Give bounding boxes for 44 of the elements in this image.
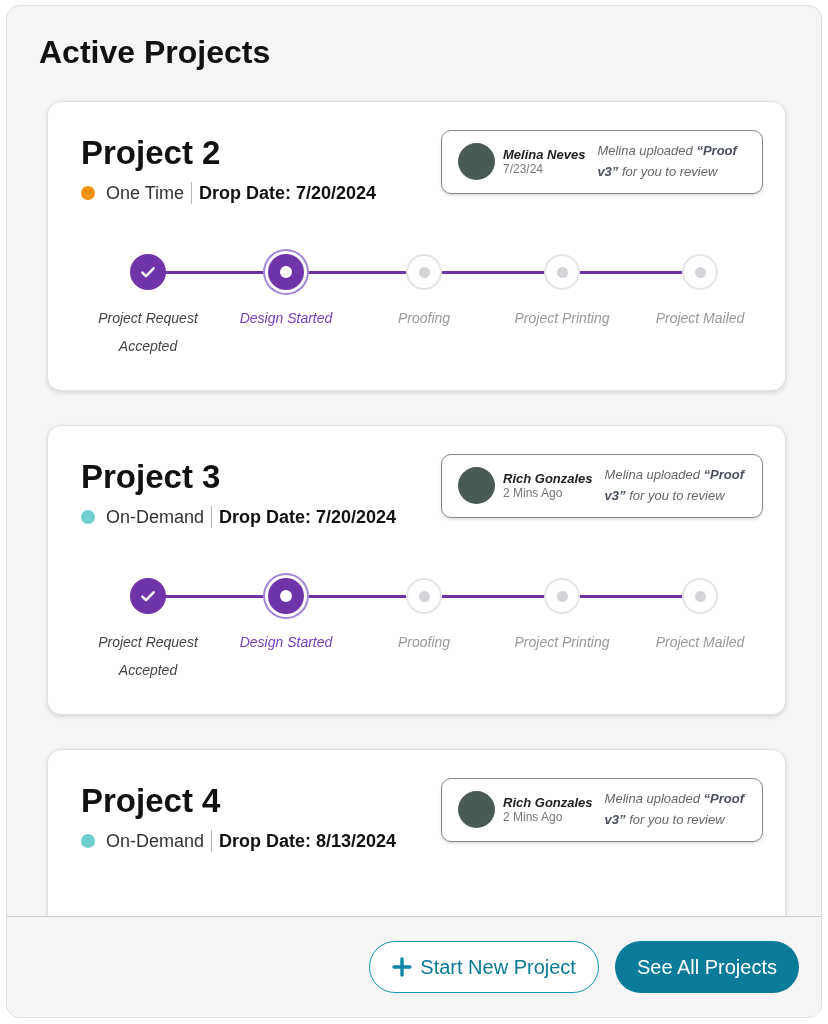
drop-date: Drop Date: 8/13/2024 xyxy=(219,830,397,852)
notification-time: 7/23/24 xyxy=(503,162,545,177)
user-name: Rich Gonzales xyxy=(503,795,593,811)
step-label: Project Request Accepted xyxy=(97,309,200,356)
avatar-placeholder xyxy=(458,791,495,829)
project-type: On-Demand xyxy=(106,506,205,528)
step-marker xyxy=(406,578,442,614)
step-marker xyxy=(682,578,718,614)
plus-icon xyxy=(392,957,413,977)
user-name: Melina Neves xyxy=(503,147,586,163)
avatar-placeholder xyxy=(458,467,495,505)
notification-time: 2 Mins Ago xyxy=(503,810,564,825)
step-label: Proofing xyxy=(397,309,451,328)
project-name: Project 2 xyxy=(81,134,222,172)
step-label: Project Printing xyxy=(514,633,610,652)
step-label: Proofing xyxy=(397,633,451,652)
step-label: Project Request Accepted xyxy=(97,633,200,680)
drop-date: Drop Date: 7/20/2024 xyxy=(199,182,377,204)
avatar-placeholder xyxy=(458,143,495,181)
user-name: Rich Gonzales xyxy=(503,471,593,487)
step-label: Design Started xyxy=(239,633,333,652)
step-marker xyxy=(544,254,580,290)
notification-time: 2 Mins Ago xyxy=(503,486,564,501)
notification-message: Melina uploaded “Proof v3” for you to review xyxy=(604,466,746,505)
step-marker xyxy=(544,578,580,614)
start-project-button[interactable]: Start New Project xyxy=(369,941,599,993)
step-label: Design Started xyxy=(239,309,333,328)
see-all-button[interactable]: See All Projects xyxy=(614,941,799,993)
project-name: Project 3 xyxy=(81,458,222,496)
notification-message: Melina uploaded “Proof v3” for you to review xyxy=(597,142,739,181)
notification-card[interactable]: Melina Neves 7/23/24 Melina uploaded “Proof v3” for you to review xyxy=(441,130,763,194)
notification-message: Melina uploaded “Proof v3” for you to review xyxy=(604,790,746,829)
drop-date: Drop Date: 7/20/2024 xyxy=(219,506,397,528)
step-marker xyxy=(682,254,718,290)
step-label: Project Mailed xyxy=(655,309,745,328)
project-name: Project 4 xyxy=(81,782,222,820)
step-label: Project Mailed xyxy=(655,633,745,652)
project-type: On-Demand xyxy=(106,830,205,852)
step-label: Project Printing xyxy=(514,309,610,328)
project-type: One Time xyxy=(106,182,185,204)
step-marker xyxy=(406,254,442,290)
notification-card[interactable]: Rich Gonzales 2 Mins Ago Melina uploaded “Proof v3” for you to review xyxy=(441,454,763,518)
notification-card[interactable]: Rich Gonzales 2 Mins Ago Melina uploaded “Proof v3” for you to review xyxy=(441,778,763,842)
panel-title: Active Projects xyxy=(39,34,272,71)
